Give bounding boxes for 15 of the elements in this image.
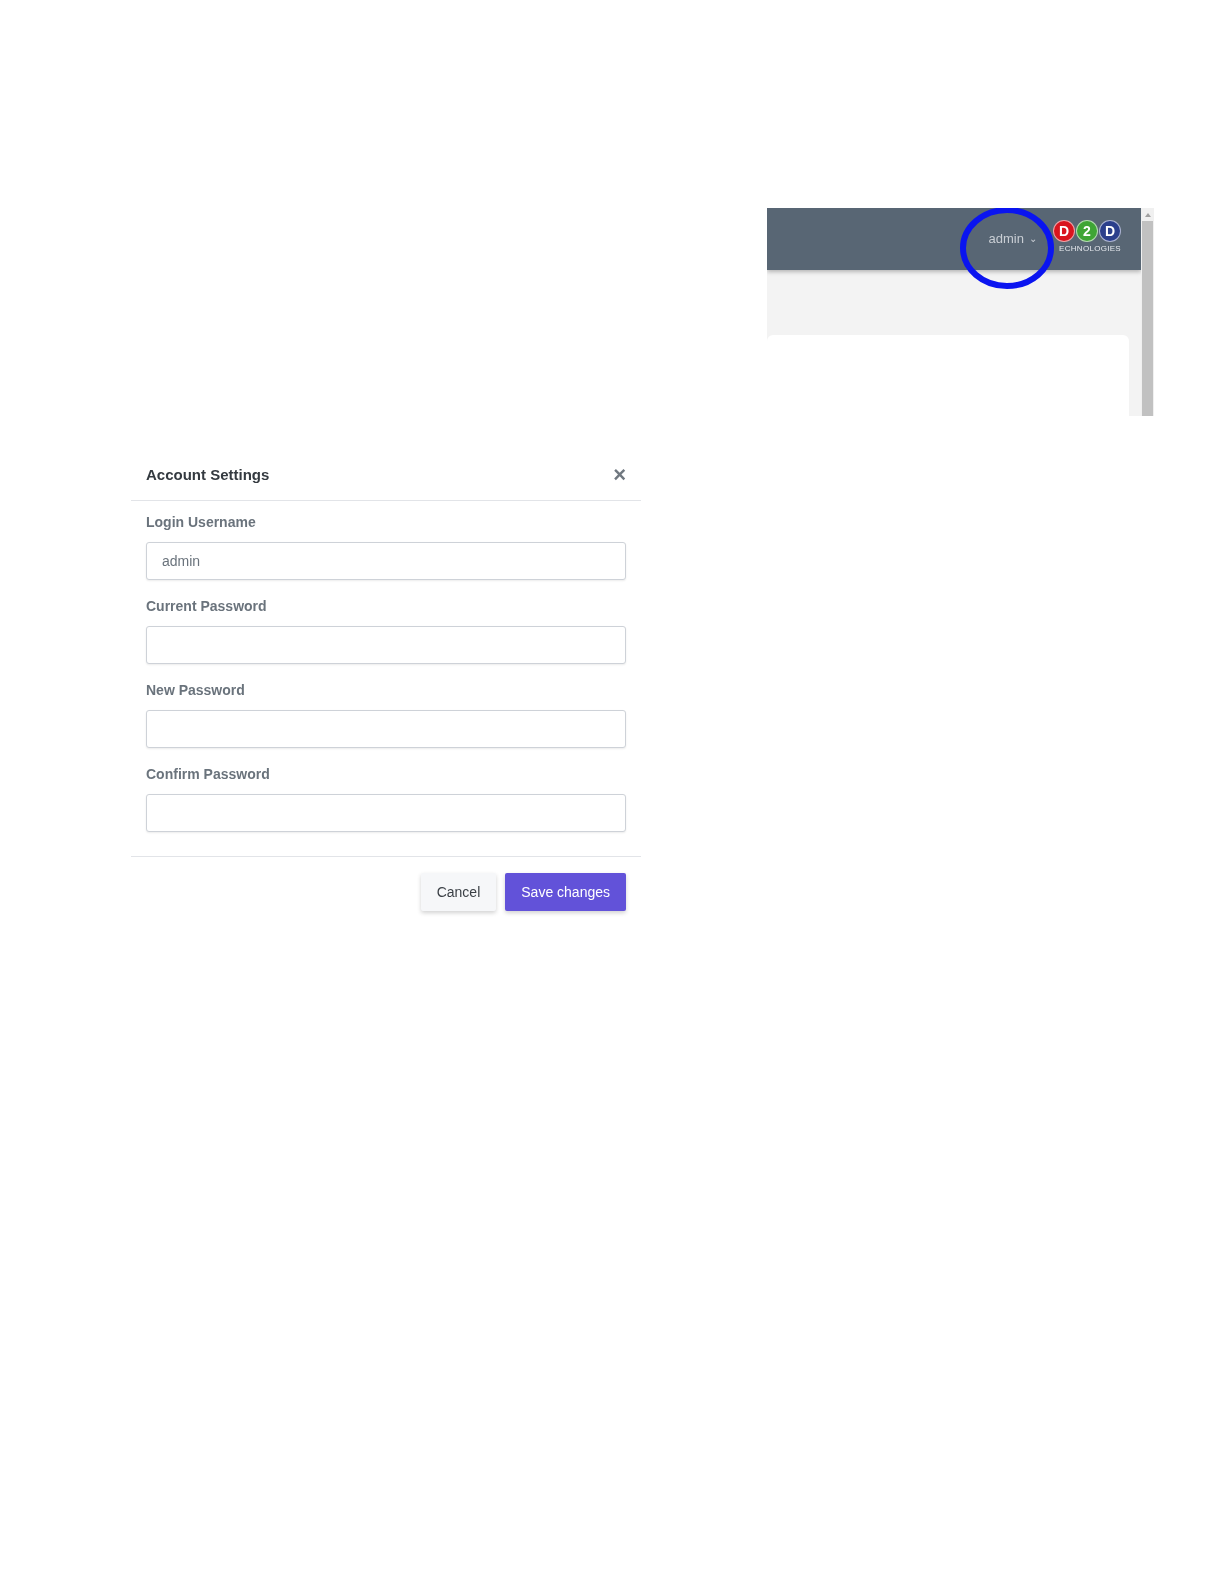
user-menu[interactable]: admin ⌄ <box>988 230 1037 246</box>
dialog-title: Account Settings <box>146 466 270 483</box>
save-button[interactable]: Save changes <box>505 873 626 911</box>
close-button[interactable]: × <box>613 466 626 483</box>
input-field[interactable]: admin <box>146 542 626 580</box>
input-field[interactable] <box>146 794 626 832</box>
input-field[interactable] <box>146 626 626 664</box>
input-field[interactable] <box>146 710 626 748</box>
field-label: New Password <box>146 682 246 698</box>
field-label: Current Password <box>146 598 268 614</box>
company-logo: D 2 D ECHNOLOGIES <box>1053 219 1121 253</box>
field-label: Confirm Password <box>146 766 271 782</box>
scrollbar[interactable] <box>1141 208 1154 416</box>
cancel-button[interactable]: Cancel <box>420 873 497 911</box>
field-label: Login Username <box>146 514 257 530</box>
